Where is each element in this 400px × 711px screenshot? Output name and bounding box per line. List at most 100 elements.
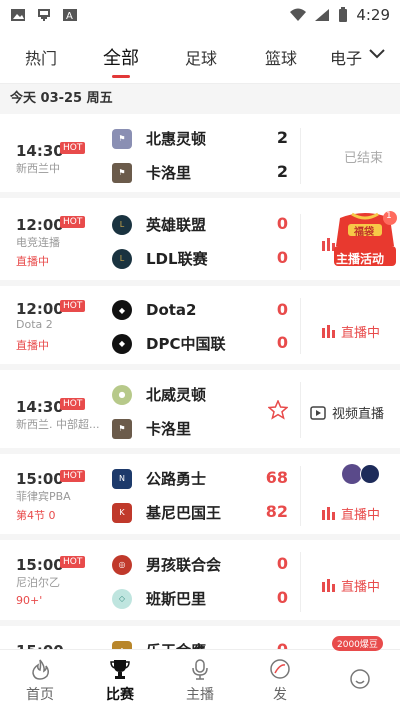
away-score: 2 — [276, 162, 288, 181]
nav-matches[interactable]: 比赛 — [80, 650, 160, 711]
app-notification-icon — [38, 9, 50, 21]
promo-label: 主播活动 — [336, 252, 385, 266]
away-team: ⚑ 卡洛里 — [112, 418, 191, 439]
match-row[interactable]: 15:00 HOT 菲律宾PBA 第4节 0 N 公路勇士 K 基尼巴国王 68… — [0, 454, 400, 540]
tab-all[interactable]: 全部 — [100, 30, 142, 84]
divider — [300, 128, 301, 184]
font-notification-icon: A — [63, 9, 77, 22]
nav-home-label: 首页 — [26, 686, 54, 703]
chevron-down-icon[interactable] — [368, 48, 386, 60]
team-name: 英雄联盟 — [146, 216, 207, 234]
streamer-avatar[interactable] — [360, 464, 380, 484]
home-team: N 公路勇士 — [112, 468, 206, 489]
ball-icon — [270, 658, 290, 679]
team-logo: ⚑ — [112, 128, 132, 149]
profile-icon — [350, 668, 370, 689]
svg-text:A: A — [66, 11, 73, 22]
nav-discover[interactable]: 发 — [240, 650, 320, 711]
match-time: 15:00 — [16, 470, 64, 488]
match-time: 14:30 — [16, 142, 64, 160]
live-bars-icon — [322, 507, 335, 520]
match-time: 12:00 — [16, 216, 64, 234]
hot-badge: HOT — [60, 556, 86, 568]
team-name: LDL联赛 — [146, 250, 208, 268]
nav-profile[interactable] — [320, 650, 400, 711]
away-score: 0 — [276, 333, 288, 352]
live-bars-icon — [322, 325, 335, 338]
promo-badge: 1 — [386, 211, 392, 221]
divider — [300, 214, 301, 270]
divider — [300, 466, 301, 526]
home-team: ◆ Dota2 — [112, 300, 197, 320]
team-name: 班斯巴里 — [146, 590, 207, 608]
live-bars-icon — [322, 579, 335, 592]
team-logo: ◇ — [112, 588, 132, 609]
home-team: ◎ 男孩联合会 — [112, 554, 221, 575]
team-name: Dota2 — [146, 301, 197, 319]
home-team: ● 北威灵顿 — [112, 384, 206, 405]
match-row[interactable]: 12:00 HOT Dota 2 直播中 ◆ Dota2 ◆ DPC中国联 0 … — [0, 286, 400, 370]
away-score: 0 — [276, 588, 288, 607]
team-name: 基尼巴国王 — [146, 504, 222, 522]
nav-matches-label: 比赛 — [106, 686, 134, 703]
trophy-icon — [110, 659, 130, 679]
match-league: 新西兰中 — [16, 162, 60, 175]
divider — [300, 298, 301, 354]
divider — [300, 382, 301, 438]
team-name: 公路勇士 — [146, 470, 207, 488]
nav-badge: 2000爆豆 — [332, 636, 383, 651]
video-play-icon — [310, 405, 326, 420]
team-logo: ◆ — [112, 333, 132, 354]
home-score: 68 — [265, 468, 288, 487]
away-team: K 基尼巴国王 — [112, 502, 221, 523]
away-team: L LDL联赛 — [112, 248, 208, 269]
team-logo: L — [112, 214, 132, 235]
team-name: 卡洛里 — [146, 420, 192, 438]
team-logo: ◆ — [112, 300, 132, 320]
bottom-nav: 首页 比赛 主播 发 — [0, 649, 400, 711]
match-live-status: 直播中 — [16, 339, 49, 352]
date-header: 今天 03-25 周五 — [0, 84, 400, 114]
match-time: 12:00 — [16, 300, 64, 318]
team-name: DPC中国联 — [146, 335, 226, 353]
promo-bag-label: 福袋 — [354, 227, 374, 238]
live-status-label: 直播中 — [341, 326, 381, 341]
tab-football[interactable]: 足球 — [180, 30, 222, 84]
match-live-status: 直播中 — [16, 255, 49, 268]
nav-home[interactable]: 首页 — [0, 650, 80, 711]
match-row[interactable]: 14:30 HOT 新西兰. 中部超... ● 北威灵顿 ⚑ 卡洛里 视频直播 — [0, 370, 400, 454]
tab-hot[interactable]: 热门 — [20, 30, 62, 84]
tab-basketball[interactable]: 篮球 — [260, 30, 302, 84]
nav-streamers[interactable]: 主播 — [160, 650, 240, 711]
match-league: 菲律宾PBA — [16, 490, 71, 503]
match-row[interactable]: 14:30 HOT 新西兰中 ⚑ 北惠灵顿 ⚑ 卡洛里 2 2 已结束 — [0, 114, 400, 198]
gallery-icon — [11, 9, 25, 21]
tab-esports[interactable]: 电子 — [325, 30, 367, 84]
away-team: ◆ DPC中国联 — [112, 333, 225, 354]
match-row[interactable]: 15:00 HOT 尼泊尔乙 90+' ◎ 男孩联合会 ◇ 班斯巴里 0 0 直… — [0, 540, 400, 626]
away-team: ⚑ 卡洛里 — [112, 162, 191, 183]
team-name: 男孩联合会 — [146, 556, 222, 574]
away-score: 0 — [276, 248, 288, 267]
live-status-right[interactable]: 直播中 — [322, 322, 380, 341]
nav-discover-label: 发 — [273, 686, 287, 703]
team-name: 北威灵顿 — [146, 386, 207, 404]
match-league: Dota 2 — [16, 318, 53, 331]
home-team: L 英雄联盟 — [112, 214, 206, 235]
team-name: 卡洛里 — [146, 164, 192, 182]
promo-activity-banner[interactable]: 福袋 1 主播活动 — [332, 210, 398, 270]
live-status-label: 直播中 — [341, 508, 381, 523]
signal-icon — [315, 9, 330, 21]
star-icon[interactable] — [268, 400, 288, 420]
hot-badge: HOT — [60, 142, 86, 154]
match-league: 尼泊尔乙 — [16, 576, 60, 589]
battery-icon — [339, 7, 348, 22]
status-time: 4:29 — [356, 6, 390, 24]
live-status-right[interactable]: 直播中 — [322, 576, 380, 595]
live-status-right[interactable]: 直播中 — [322, 504, 380, 523]
team-logo: ● — [112, 384, 132, 405]
team-name: 北惠灵顿 — [146, 130, 207, 148]
streamer-avatar[interactable] — [342, 464, 362, 484]
video-live-button[interactable]: 视频直播 — [310, 403, 384, 422]
away-score: 82 — [265, 502, 288, 521]
